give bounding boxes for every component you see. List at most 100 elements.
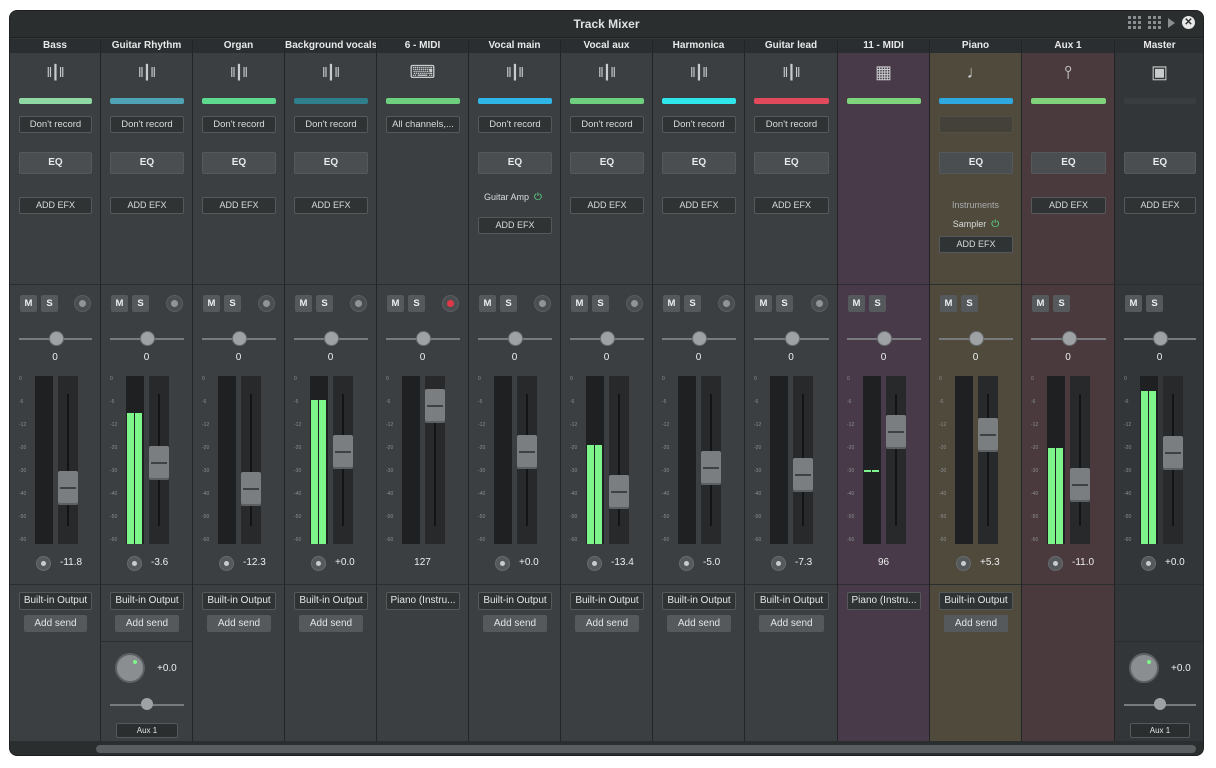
play-icon[interactable] xyxy=(1168,17,1175,28)
send-level-knob[interactable] xyxy=(1154,698,1166,710)
mute-button[interactable]: M xyxy=(1125,295,1142,312)
add-efx-button[interactable]: ADD EFX xyxy=(939,236,1013,253)
mute-button[interactable]: M xyxy=(571,295,588,312)
tile-view-icon[interactable] xyxy=(1148,16,1161,29)
volume-fader[interactable] xyxy=(333,376,353,544)
output-select[interactable]: Piano (Instru... xyxy=(386,592,460,610)
mute-button[interactable]: M xyxy=(20,295,37,312)
fader-cap[interactable] xyxy=(517,434,537,469)
fader-cap[interactable] xyxy=(58,471,78,506)
record-arm-button[interactable] xyxy=(811,295,828,312)
pan-knob[interactable] xyxy=(416,331,431,346)
solo-button[interactable]: S xyxy=(961,295,978,312)
fader-cap[interactable] xyxy=(1163,436,1183,471)
add-send-button[interactable]: Add send xyxy=(483,615,547,632)
add-efx-button[interactable]: ADD EFX xyxy=(570,197,644,214)
output-select[interactable]: Piano (Instru... xyxy=(847,592,921,610)
record-input-select[interactable] xyxy=(939,116,1013,133)
eq-button[interactable]: EQ xyxy=(939,152,1013,174)
fader-cap[interactable] xyxy=(701,451,721,486)
fader-cap[interactable] xyxy=(241,472,261,507)
add-send-button[interactable]: Add send xyxy=(575,615,639,632)
eq-button[interactable]: EQ xyxy=(19,152,92,174)
output-select[interactable]: Built-in Output xyxy=(478,592,552,610)
solo-button[interactable]: S xyxy=(224,295,241,312)
volume-fader[interactable] xyxy=(701,376,721,544)
record-input-select[interactable]: Don't record xyxy=(478,116,552,133)
record-input-select[interactable]: Don't record xyxy=(19,116,92,133)
mute-button[interactable]: M xyxy=(848,295,865,312)
horizontal-scrollbar[interactable] xyxy=(10,741,1203,755)
add-efx-button[interactable]: ADD EFX xyxy=(19,197,92,214)
volume-fader[interactable] xyxy=(978,376,998,544)
mute-button[interactable]: M xyxy=(111,295,128,312)
add-efx-button[interactable]: ADD EFX xyxy=(294,197,368,214)
record-input-select[interactable]: Don't record xyxy=(570,116,644,133)
mute-button[interactable]: M xyxy=(663,295,680,312)
pan-knob[interactable] xyxy=(600,331,615,346)
pan-knob[interactable] xyxy=(877,331,892,346)
scrollbar-thumb[interactable] xyxy=(96,745,1196,753)
volume-fader[interactable] xyxy=(793,376,813,544)
eq-button[interactable]: EQ xyxy=(110,152,184,174)
stereo-link-icon[interactable] xyxy=(1141,556,1156,571)
fader-cap[interactable] xyxy=(425,389,445,424)
add-send-button[interactable]: Add send xyxy=(24,615,87,632)
fader-cap[interactable] xyxy=(333,434,353,469)
solo-button[interactable]: S xyxy=(500,295,517,312)
volume-fader[interactable] xyxy=(609,376,629,544)
record-arm-button[interactable] xyxy=(350,295,367,312)
add-efx-button[interactable]: ADD EFX xyxy=(754,197,829,214)
plugin-slot[interactable]: Sampler ⏻ xyxy=(939,216,1013,232)
add-send-button[interactable]: Add send xyxy=(207,615,271,632)
solo-button[interactable]: S xyxy=(869,295,886,312)
stereo-link-icon[interactable] xyxy=(587,556,602,571)
output-select[interactable]: Built-in Output xyxy=(19,592,92,610)
record-arm-button[interactable] xyxy=(718,295,735,312)
volume-fader[interactable] xyxy=(517,376,537,544)
send-destination[interactable]: Aux 1 xyxy=(116,723,178,738)
fader-cap[interactable] xyxy=(609,475,629,510)
eq-button[interactable]: EQ xyxy=(478,152,552,174)
volume-fader[interactable] xyxy=(1070,376,1090,544)
add-send-button[interactable]: Add send xyxy=(299,615,363,632)
stereo-link-icon[interactable] xyxy=(771,556,786,571)
mute-button[interactable]: M xyxy=(940,295,957,312)
add-efx-button[interactable]: ADD EFX xyxy=(1124,197,1196,214)
mute-button[interactable]: M xyxy=(755,295,772,312)
solo-button[interactable]: S xyxy=(408,295,425,312)
add-efx-button[interactable]: ADD EFX xyxy=(662,197,736,214)
solo-button[interactable]: S xyxy=(41,295,58,312)
stereo-link-icon[interactable] xyxy=(311,556,326,571)
solo-button[interactable]: S xyxy=(592,295,609,312)
mute-button[interactable]: M xyxy=(1032,295,1049,312)
add-efx-button[interactable]: ADD EFX xyxy=(110,197,184,214)
send-level-knob[interactable] xyxy=(141,698,153,710)
mute-button[interactable]: M xyxy=(479,295,496,312)
record-arm-button[interactable] xyxy=(258,295,275,312)
pan-knob[interactable] xyxy=(48,331,64,346)
add-send-button[interactable]: Add send xyxy=(759,615,824,632)
solo-button[interactable]: S xyxy=(1053,295,1070,312)
record-arm-button[interactable] xyxy=(626,295,643,312)
solo-button[interactable]: S xyxy=(684,295,701,312)
volume-fader[interactable] xyxy=(241,376,261,544)
add-efx-button[interactable]: ADD EFX xyxy=(202,197,276,214)
output-select[interactable]: Built-in Output xyxy=(294,592,368,610)
stereo-link-icon[interactable] xyxy=(127,556,142,571)
eq-button[interactable]: EQ xyxy=(662,152,736,174)
eq-button[interactable]: EQ xyxy=(570,152,644,174)
volume-fader[interactable] xyxy=(149,376,169,544)
output-select[interactable]: Built-in Output xyxy=(570,592,644,610)
fader-cap[interactable] xyxy=(149,445,169,480)
mute-button[interactable]: M xyxy=(203,295,220,312)
send-destination[interactable]: Aux 1 xyxy=(1130,723,1190,738)
volume-fader[interactable] xyxy=(1163,376,1183,544)
record-input-select[interactable]: Don't record xyxy=(202,116,276,133)
output-select[interactable]: Built-in Output xyxy=(110,592,184,610)
eq-button[interactable]: EQ xyxy=(754,152,829,174)
solo-button[interactable]: S xyxy=(1146,295,1163,312)
record-arm-button[interactable] xyxy=(166,295,183,312)
pan-knob[interactable] xyxy=(324,331,339,346)
fader-cap[interactable] xyxy=(886,414,906,449)
